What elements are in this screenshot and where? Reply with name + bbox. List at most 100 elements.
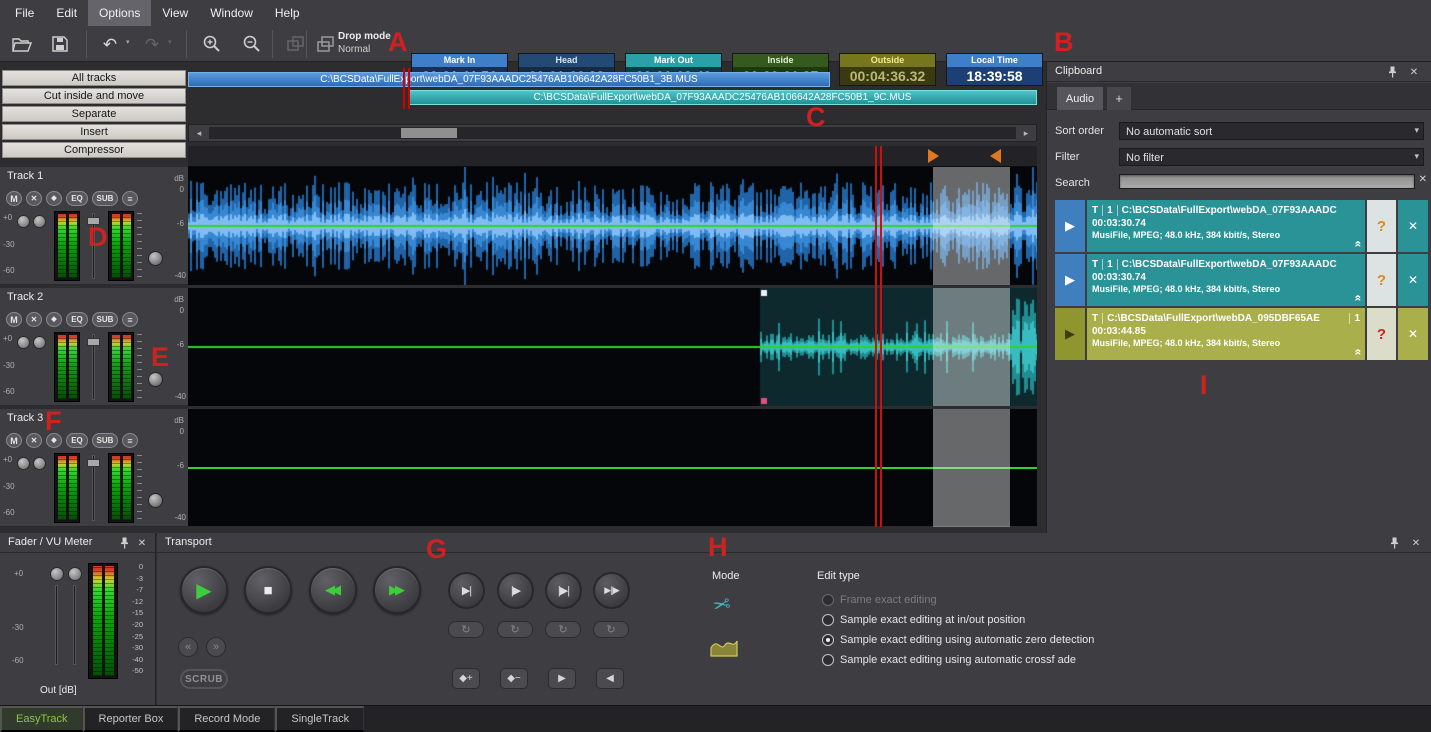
undo-button[interactable]: ↶ xyxy=(96,31,124,57)
search-input[interactable] xyxy=(1119,174,1415,189)
menu-help[interactable]: Help xyxy=(264,0,311,26)
overview-position-cursor[interactable] xyxy=(403,68,410,109)
undo-dropdown-caret[interactable]: ▾ xyxy=(126,38,130,46)
next-marker-button[interactable]: ▶ xyxy=(548,668,576,689)
horizontal-scrollbar[interactable]: ◂ ▸ xyxy=(188,124,1037,142)
close-icon[interactable]: ✕ xyxy=(135,537,149,550)
track-3-lane[interactable] xyxy=(188,409,1037,527)
selection-region[interactable] xyxy=(933,288,1010,406)
clipboard-item-2-play-button[interactable]: ▶ xyxy=(1055,254,1085,306)
scroll-right-arrow[interactable]: ▸ xyxy=(1018,126,1034,140)
track-2-menu-button[interactable]: ≡ xyxy=(122,312,138,327)
selection-region[interactable] xyxy=(933,167,1010,285)
clipboard-item-3[interactable]: ▶ T C:\BCSData\FullExport\webDA_095DBF65… xyxy=(1055,308,1428,360)
pin-icon[interactable] xyxy=(117,537,131,550)
track-3-solo-button[interactable]: ✕ xyxy=(26,433,42,448)
clipboard-item-1[interactable]: ▶ T 1 C:\BCSData\FullExport\webDA_07F93A… xyxy=(1055,200,1428,252)
clipboard-item-1-remove-button[interactable]: ✕ xyxy=(1398,200,1428,252)
track-3-pan-knob[interactable] xyxy=(33,457,46,470)
track-2-fader-handle[interactable] xyxy=(87,338,100,346)
clipboard-item-2-remove-button[interactable]: ✕ xyxy=(1398,254,1428,306)
menu-options[interactable]: Options xyxy=(88,0,151,26)
previous-marker-button[interactable]: ◀ xyxy=(596,668,624,689)
loop-button-4[interactable]: ↻ xyxy=(593,621,629,638)
track-1-monitor-button[interactable]: ◆ xyxy=(46,191,62,206)
drop-mode-button[interactable] xyxy=(312,31,340,57)
cut-mode-scissors-icon[interactable]: ✂ xyxy=(711,591,733,619)
clipboard-item-1-info-button[interactable]: ? xyxy=(1367,200,1396,252)
tab-reporter-box[interactable]: Reporter Box xyxy=(83,706,179,732)
scroll-left-arrow[interactable]: ◂ xyxy=(191,126,207,140)
tab-singletrack[interactable]: SingleTrack xyxy=(275,706,364,732)
track-3-fader-handle[interactable] xyxy=(87,459,100,467)
track-1-solo-button[interactable]: ✕ xyxy=(26,191,42,206)
overview-clip-2[interactable]: C:\BCSData\FullExport\webDA_07F93AAADC25… xyxy=(408,90,1037,105)
all-tracks-button[interactable]: All tracks xyxy=(2,70,186,86)
track-3-output-knob[interactable] xyxy=(148,493,163,508)
edit-type-radio-3[interactable] xyxy=(822,654,834,666)
clipboard-item-2-body[interactable]: T 1 C:\BCSData\FullExport\webDA_07F93AAA… xyxy=(1087,254,1365,306)
track-2-sub-button[interactable]: SUB xyxy=(92,312,118,327)
menu-view[interactable]: View xyxy=(151,0,199,26)
track-2-mute-button[interactable]: M xyxy=(6,312,22,327)
track-1-mute-button[interactable]: M xyxy=(6,191,22,206)
add-tab-button[interactable]: + xyxy=(1107,87,1131,110)
scrollbar-track[interactable] xyxy=(209,127,1016,139)
fast-forward-button[interactable]: ▶▶ xyxy=(373,566,421,614)
close-icon[interactable]: ✕ xyxy=(1409,537,1423,550)
track-2-pan-knob[interactable] xyxy=(33,336,46,349)
edit-type-option-crossfade[interactable]: Sample exact editing using automatic cro… xyxy=(822,653,1076,667)
track-3-eq-button[interactable]: EQ xyxy=(66,433,88,448)
skip-forward-button[interactable]: » xyxy=(206,637,226,657)
menu-file[interactable]: File xyxy=(4,0,45,26)
track-1-output-knob[interactable] xyxy=(148,251,163,266)
tab-easytrack[interactable]: EasyTrack xyxy=(0,706,83,732)
loop-button-2[interactable]: ↻ xyxy=(497,621,533,638)
edit-type-radio-2[interactable] xyxy=(822,634,834,646)
edit-type-option-zero-detection[interactable]: Sample exact editing using automatic zer… xyxy=(822,633,1094,647)
remove-marker-button[interactable]: ◆− xyxy=(500,668,528,689)
pin-icon[interactable] xyxy=(1387,537,1401,550)
menu-window[interactable]: Window xyxy=(199,0,264,26)
separate-button[interactable]: Separate xyxy=(2,106,186,122)
clipboard-item-1-body[interactable]: T 1 C:\BCSData\FullExport\webDA_07F93AAA… xyxy=(1087,200,1365,252)
play-from-mark-button[interactable]: |▶ xyxy=(497,572,534,609)
open-file-button[interactable] xyxy=(8,31,36,57)
track-2-solo-button[interactable]: ✕ xyxy=(26,312,42,327)
drop-mode-text[interactable]: Drop mode Normal xyxy=(338,30,391,56)
tab-audio[interactable]: Audio xyxy=(1057,87,1103,110)
play-to-mark-button[interactable]: ▶| xyxy=(448,572,485,609)
clipboard-item-3-body[interactable]: T C:\BCSData\FullExport\webDA_095DBF65AE… xyxy=(1087,308,1365,360)
play-button[interactable]: ▶ xyxy=(180,566,228,614)
track-1-sub-button[interactable]: SUB xyxy=(92,191,118,206)
add-marker-button[interactable]: ◆+ xyxy=(452,668,480,689)
timeline-ruler[interactable] xyxy=(188,146,1037,167)
clipboard-item-3-info-button[interactable]: ? xyxy=(1367,308,1396,360)
stop-button[interactable]: ■ xyxy=(244,566,292,614)
scrollbar-thumb[interactable] xyxy=(401,128,457,138)
zoom-out-button[interactable] xyxy=(238,31,266,57)
tab-record-mode[interactable]: Record Mode xyxy=(178,706,275,732)
menu-edit[interactable]: Edit xyxy=(45,0,88,26)
fader-handle-right[interactable] xyxy=(68,567,82,581)
clipboard-item-2-info-button[interactable]: ? xyxy=(1367,254,1396,306)
redo-button[interactable]: ↷ xyxy=(138,31,166,57)
clipboard-item-2[interactable]: ▶ T 1 C:\BCSData\FullExport\webDA_07F93A… xyxy=(1055,254,1428,306)
clipboard-item-1-play-button[interactable]: ▶ xyxy=(1055,200,1085,252)
collapse-chevron-icon[interactable]: « xyxy=(1352,295,1365,302)
collapse-chevron-icon[interactable]: « xyxy=(1352,349,1365,356)
insert-button[interactable]: Insert xyxy=(2,124,186,140)
rewind-button[interactable]: ◀◀ xyxy=(309,566,357,614)
track-1-eq-button[interactable]: EQ xyxy=(66,191,88,206)
pin-icon[interactable] xyxy=(1385,66,1399,79)
track-1-lane[interactable] xyxy=(188,167,1037,285)
collapse-chevron-icon[interactable]: « xyxy=(1352,241,1365,248)
scrub-button[interactable]: SCRUB xyxy=(180,669,228,689)
mark-out-flag-icon[interactable] xyxy=(990,149,1001,163)
zoom-in-button[interactable] xyxy=(198,31,226,57)
overview-clip-1[interactable]: C:\BCSData\FullExport\webDA_07F93AAADC25… xyxy=(188,72,830,87)
skip-back-button[interactable]: « xyxy=(178,637,198,657)
track-2-monitor-button[interactable]: ◆ xyxy=(46,312,62,327)
cut-inside-and-move-button[interactable]: Cut inside and move xyxy=(2,88,186,104)
compressor-button[interactable]: Compressor xyxy=(2,142,186,158)
